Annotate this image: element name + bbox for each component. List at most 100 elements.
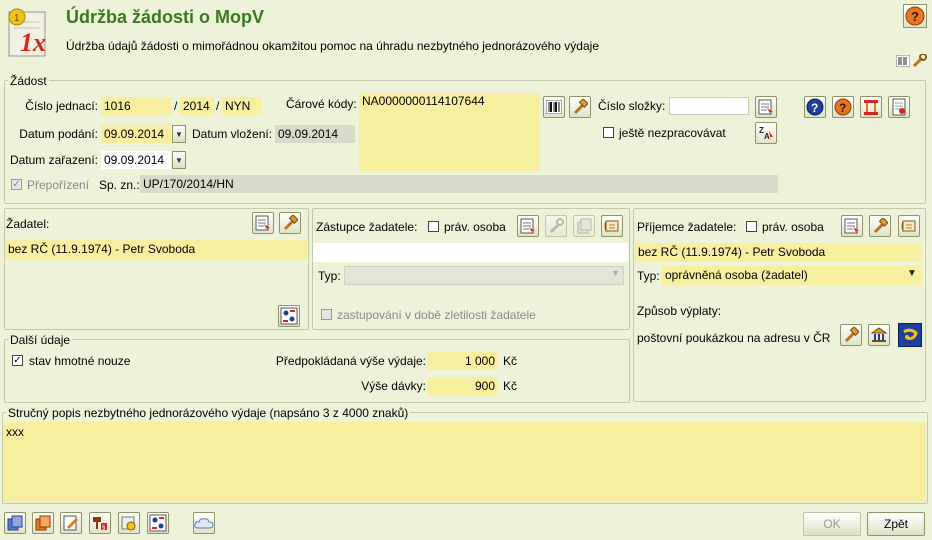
cj-separator-1: /: [174, 99, 178, 113]
zadost-help-orange-button[interactable]: ?: [832, 96, 854, 118]
vyse-davky-field[interactable]: 900: [428, 377, 498, 395]
svg-text:1: 1: [14, 13, 20, 24]
datum-vlozeni-field: 09.09.2014: [275, 125, 355, 143]
zastupce-edit-button[interactable]: [545, 215, 567, 237]
carovy-kod-field[interactable]: NA0000000114107644: [359, 93, 540, 171]
zastupce-typ-select[interactable]: [344, 266, 624, 285]
slozka-select-button[interactable]: [755, 96, 777, 118]
zadatel-edit-button[interactable]: [279, 212, 301, 234]
page-title: Údržba žádosti o MopV: [66, 7, 264, 27]
zadost-help-button[interactable]: ?: [804, 96, 826, 118]
copy-icon: [7, 515, 23, 531]
duplicate-button[interactable]: [32, 512, 54, 534]
zpusob-edit-button[interactable]: [840, 324, 862, 346]
zastupce-documents-button[interactable]: [573, 215, 595, 237]
datum-zarazeni-label: Datum zařazení:: [9, 153, 98, 167]
zpusob-bank-button[interactable]: [868, 324, 890, 346]
institution-button[interactable]: [860, 96, 882, 118]
list-select-icon: [520, 218, 535, 234]
zastupovani-label: zastupování v době zletilosti žadatele: [337, 308, 536, 322]
help-orange-icon: ?: [834, 98, 852, 116]
zastupce-label: Zástupce žadatele:: [316, 220, 418, 234]
decision-button[interactable]: §: [89, 512, 111, 534]
duplicate-icon: [35, 515, 51, 531]
zastupce-scroll-button[interactable]: [601, 215, 623, 237]
sort-button[interactable]: ZA: [755, 122, 777, 144]
chevron-down-icon: ▼: [175, 129, 183, 139]
footer-toolbar: § OK Zpět: [0, 508, 932, 540]
datum-zarazeni-dropdown[interactable]: ▼: [172, 151, 186, 169]
zastupce-field[interactable]: [313, 243, 628, 262]
help-circle-icon: ?: [806, 98, 824, 116]
hammer-icon: [573, 99, 588, 115]
barcode-icon: [546, 100, 562, 114]
copy-button[interactable]: [4, 512, 26, 534]
posta-button[interactable]: [898, 323, 922, 347]
documents-icon: [577, 218, 592, 234]
ok-button[interactable]: OK: [803, 512, 861, 536]
zadatel-label: Žadatel:: [6, 217, 50, 231]
hammer-icon: [873, 218, 888, 234]
barcode-reader-icon[interactable]: [895, 54, 911, 68]
prijemce-typ-select[interactable]: oprávněná osoba (žadatel): [662, 266, 922, 285]
sort-za-icon: ZA: [759, 126, 773, 141]
barcode-button[interactable]: [543, 96, 565, 118]
zastupovani-checkbox[interactable]: [321, 309, 332, 320]
prijemce-field[interactable]: bez RČ (11.9.1974) - Petr Svoboda: [635, 243, 922, 262]
nezpracovavat-checkbox[interactable]: [603, 127, 614, 138]
datum-zarazeni-field[interactable]: 09.09.2014: [101, 151, 171, 169]
cj-suffix-field[interactable]: NYN: [222, 97, 262, 115]
svg-text:A: A: [764, 132, 770, 141]
zastupce-prav-osoba-checkbox[interactable]: [428, 221, 439, 232]
institution-icon: [864, 100, 878, 115]
prepozizeni-checkbox[interactable]: ✓: [11, 179, 22, 190]
wrench-settings-icon[interactable]: [912, 53, 928, 68]
predpokladana-field[interactable]: 1 000: [428, 352, 498, 370]
hmotna-nouze-checkbox[interactable]: ✓: [12, 355, 23, 366]
datum-podani-field[interactable]: 09.09.2014: [101, 125, 171, 143]
predpokladana-label: Předpokládaná výše výdaje:: [275, 354, 426, 368]
zpet-button[interactable]: Zpět: [867, 512, 925, 536]
prijemce-edit-button[interactable]: [869, 215, 891, 237]
zadatel-select-button[interactable]: [252, 212, 274, 234]
vyse-davky-unit: Kč: [503, 379, 518, 393]
vyse-davky-label: Výše dávky:: [361, 379, 426, 393]
cislo-slozky-label: Číslo složky:: [598, 99, 666, 113]
prepozizeni-label: Přepořízení: [27, 178, 90, 192]
svg-text:?: ?: [811, 101, 818, 115]
cj-year-field[interactable]: 2014: [180, 97, 214, 115]
popis-legend: Stručný popis nezbytného jednorázového v…: [6, 406, 411, 420]
payment-button[interactable]: [118, 512, 140, 534]
cloud-button[interactable]: [193, 512, 215, 534]
app-logo-icon: 1 1x: [6, 6, 54, 58]
sp-zn-field: UP/170/2014/HN: [140, 175, 778, 193]
carove-kody-label: Čárové kódy:: [286, 97, 357, 111]
scroll-icon: [901, 220, 916, 232]
datum-podani-label: Datum podání:: [19, 127, 98, 141]
zadatel-swap-button[interactable]: [278, 305, 300, 327]
datum-podani-dropdown[interactable]: ▼: [172, 125, 186, 143]
predpokladana-unit: Kč: [503, 354, 518, 368]
cj-number-field[interactable]: 1016: [101, 97, 171, 115]
sp-zn-label: Sp. zn.:: [99, 178, 140, 192]
zastupce-select-button[interactable]: [517, 215, 539, 237]
transfer-button[interactable]: [147, 512, 169, 534]
prijemce-prav-osoba-checkbox[interactable]: [746, 221, 757, 232]
zpusob-vyplaty-label: Způsob výplaty:: [637, 304, 722, 318]
prijemce-select-button[interactable]: [841, 215, 863, 237]
header: 1 1x Údržba žádosti o MopV Údržba údajů …: [0, 0, 932, 70]
barcode-edit-button[interactable]: [569, 96, 591, 118]
cislo-slozky-input[interactable]: [669, 97, 749, 115]
popis-textarea[interactable]: xxx: [3, 422, 926, 502]
transfer-persons-icon: [149, 514, 167, 532]
prijemce-typ-label: Typ:: [637, 269, 660, 283]
document-button[interactable]: [888, 96, 910, 118]
help-button[interactable]: ?: [903, 4, 927, 28]
zadatel-field[interactable]: bez RČ (11.9.1974) - Petr Svoboda: [5, 240, 307, 259]
nezpracovavat-label: ještě nezpracovávat: [619, 126, 726, 140]
edit-document-button[interactable]: [60, 512, 82, 534]
zadost-legend: Žádost: [8, 74, 49, 88]
post-horn-icon: [903, 328, 918, 340]
prijemce-scroll-button[interactable]: [898, 215, 920, 237]
svg-text:?: ?: [839, 101, 846, 115]
